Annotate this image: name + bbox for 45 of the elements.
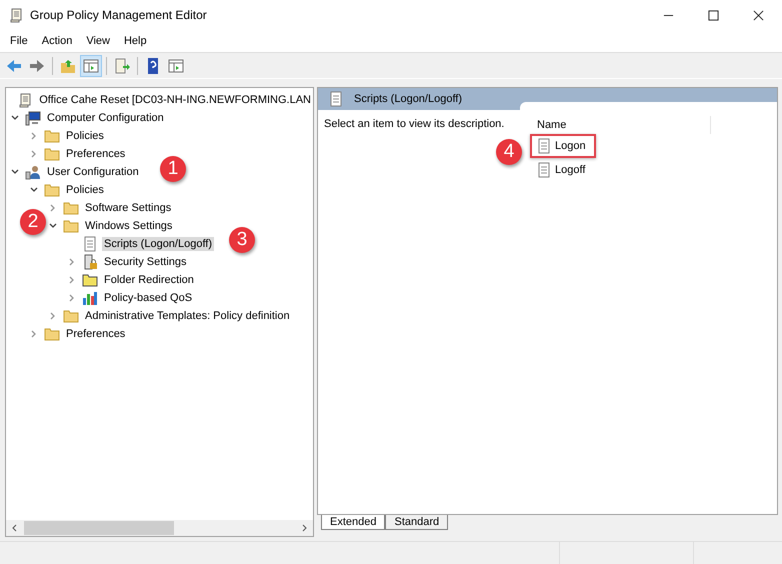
tree-item[interactable]: Computer Configuration bbox=[45, 111, 166, 125]
list-item[interactable]: Logoff bbox=[530, 158, 596, 182]
list-item[interactable]: Logon bbox=[530, 134, 596, 158]
tree-item[interactable]: Office Cahe Reset [DC03-NH-ING.NEWFORMING.LAN bbox=[37, 93, 313, 107]
bar-chart-icon bbox=[82, 290, 98, 306]
folder-icon bbox=[82, 272, 98, 288]
tree-item[interactable]: User Configuration bbox=[45, 165, 141, 179]
view-tab[interactable]: Standard bbox=[385, 515, 448, 530]
script-icon bbox=[82, 236, 98, 252]
tree-item[interactable]: Policies bbox=[64, 129, 106, 143]
menu-item[interactable]: File bbox=[3, 35, 35, 47]
folder-icon bbox=[44, 128, 60, 144]
tree-item[interactable]: Policy-based QoS bbox=[102, 291, 194, 305]
lock-icon bbox=[82, 254, 98, 270]
script-icon bbox=[536, 162, 552, 178]
menu-item[interactable]: View bbox=[79, 35, 117, 47]
tree-item[interactable]: Policies bbox=[64, 183, 106, 197]
folder-icon bbox=[44, 146, 60, 162]
folder-icon bbox=[44, 326, 60, 342]
tree-item[interactable]: Administrative Templates: Policy definition bbox=[83, 309, 292, 323]
script-icon bbox=[536, 138, 552, 154]
window-title: Group Policy Management Editor bbox=[30, 8, 208, 22]
scroll-icon bbox=[8, 7, 24, 23]
tree-item[interactable]: Preferences bbox=[64, 147, 128, 161]
column-header[interactable]: Name bbox=[520, 119, 566, 131]
folder-icon bbox=[63, 218, 79, 234]
tree-item[interactable]: Windows Settings bbox=[83, 219, 174, 233]
computer-icon bbox=[25, 110, 41, 126]
description-text: Select an item to view its description. bbox=[324, 118, 504, 130]
tree-item[interactable]: Software Settings bbox=[83, 201, 174, 215]
menu-item[interactable]: Help bbox=[116, 35, 154, 47]
script-icon bbox=[328, 91, 344, 107]
tree-item[interactable]: Scripts (Logon/Logoff) bbox=[102, 237, 214, 251]
tree-item[interactable]: Preferences bbox=[64, 327, 128, 341]
menu-item[interactable]: Action bbox=[34, 35, 80, 47]
folder-icon bbox=[63, 308, 79, 324]
users-icon bbox=[25, 164, 41, 180]
header-title: Scripts (Logon/Logoff) bbox=[354, 93, 462, 105]
horizontal-scrollbar[interactable] bbox=[6, 520, 313, 536]
view-tab[interactable]: Extended bbox=[321, 515, 386, 530]
scroll-icon bbox=[17, 92, 34, 108]
tree-item[interactable]: Security Settings bbox=[102, 255, 189, 269]
folder-icon bbox=[44, 182, 60, 198]
tree-item[interactable]: Folder Redirection bbox=[102, 273, 196, 287]
folder-icon bbox=[63, 200, 79, 216]
